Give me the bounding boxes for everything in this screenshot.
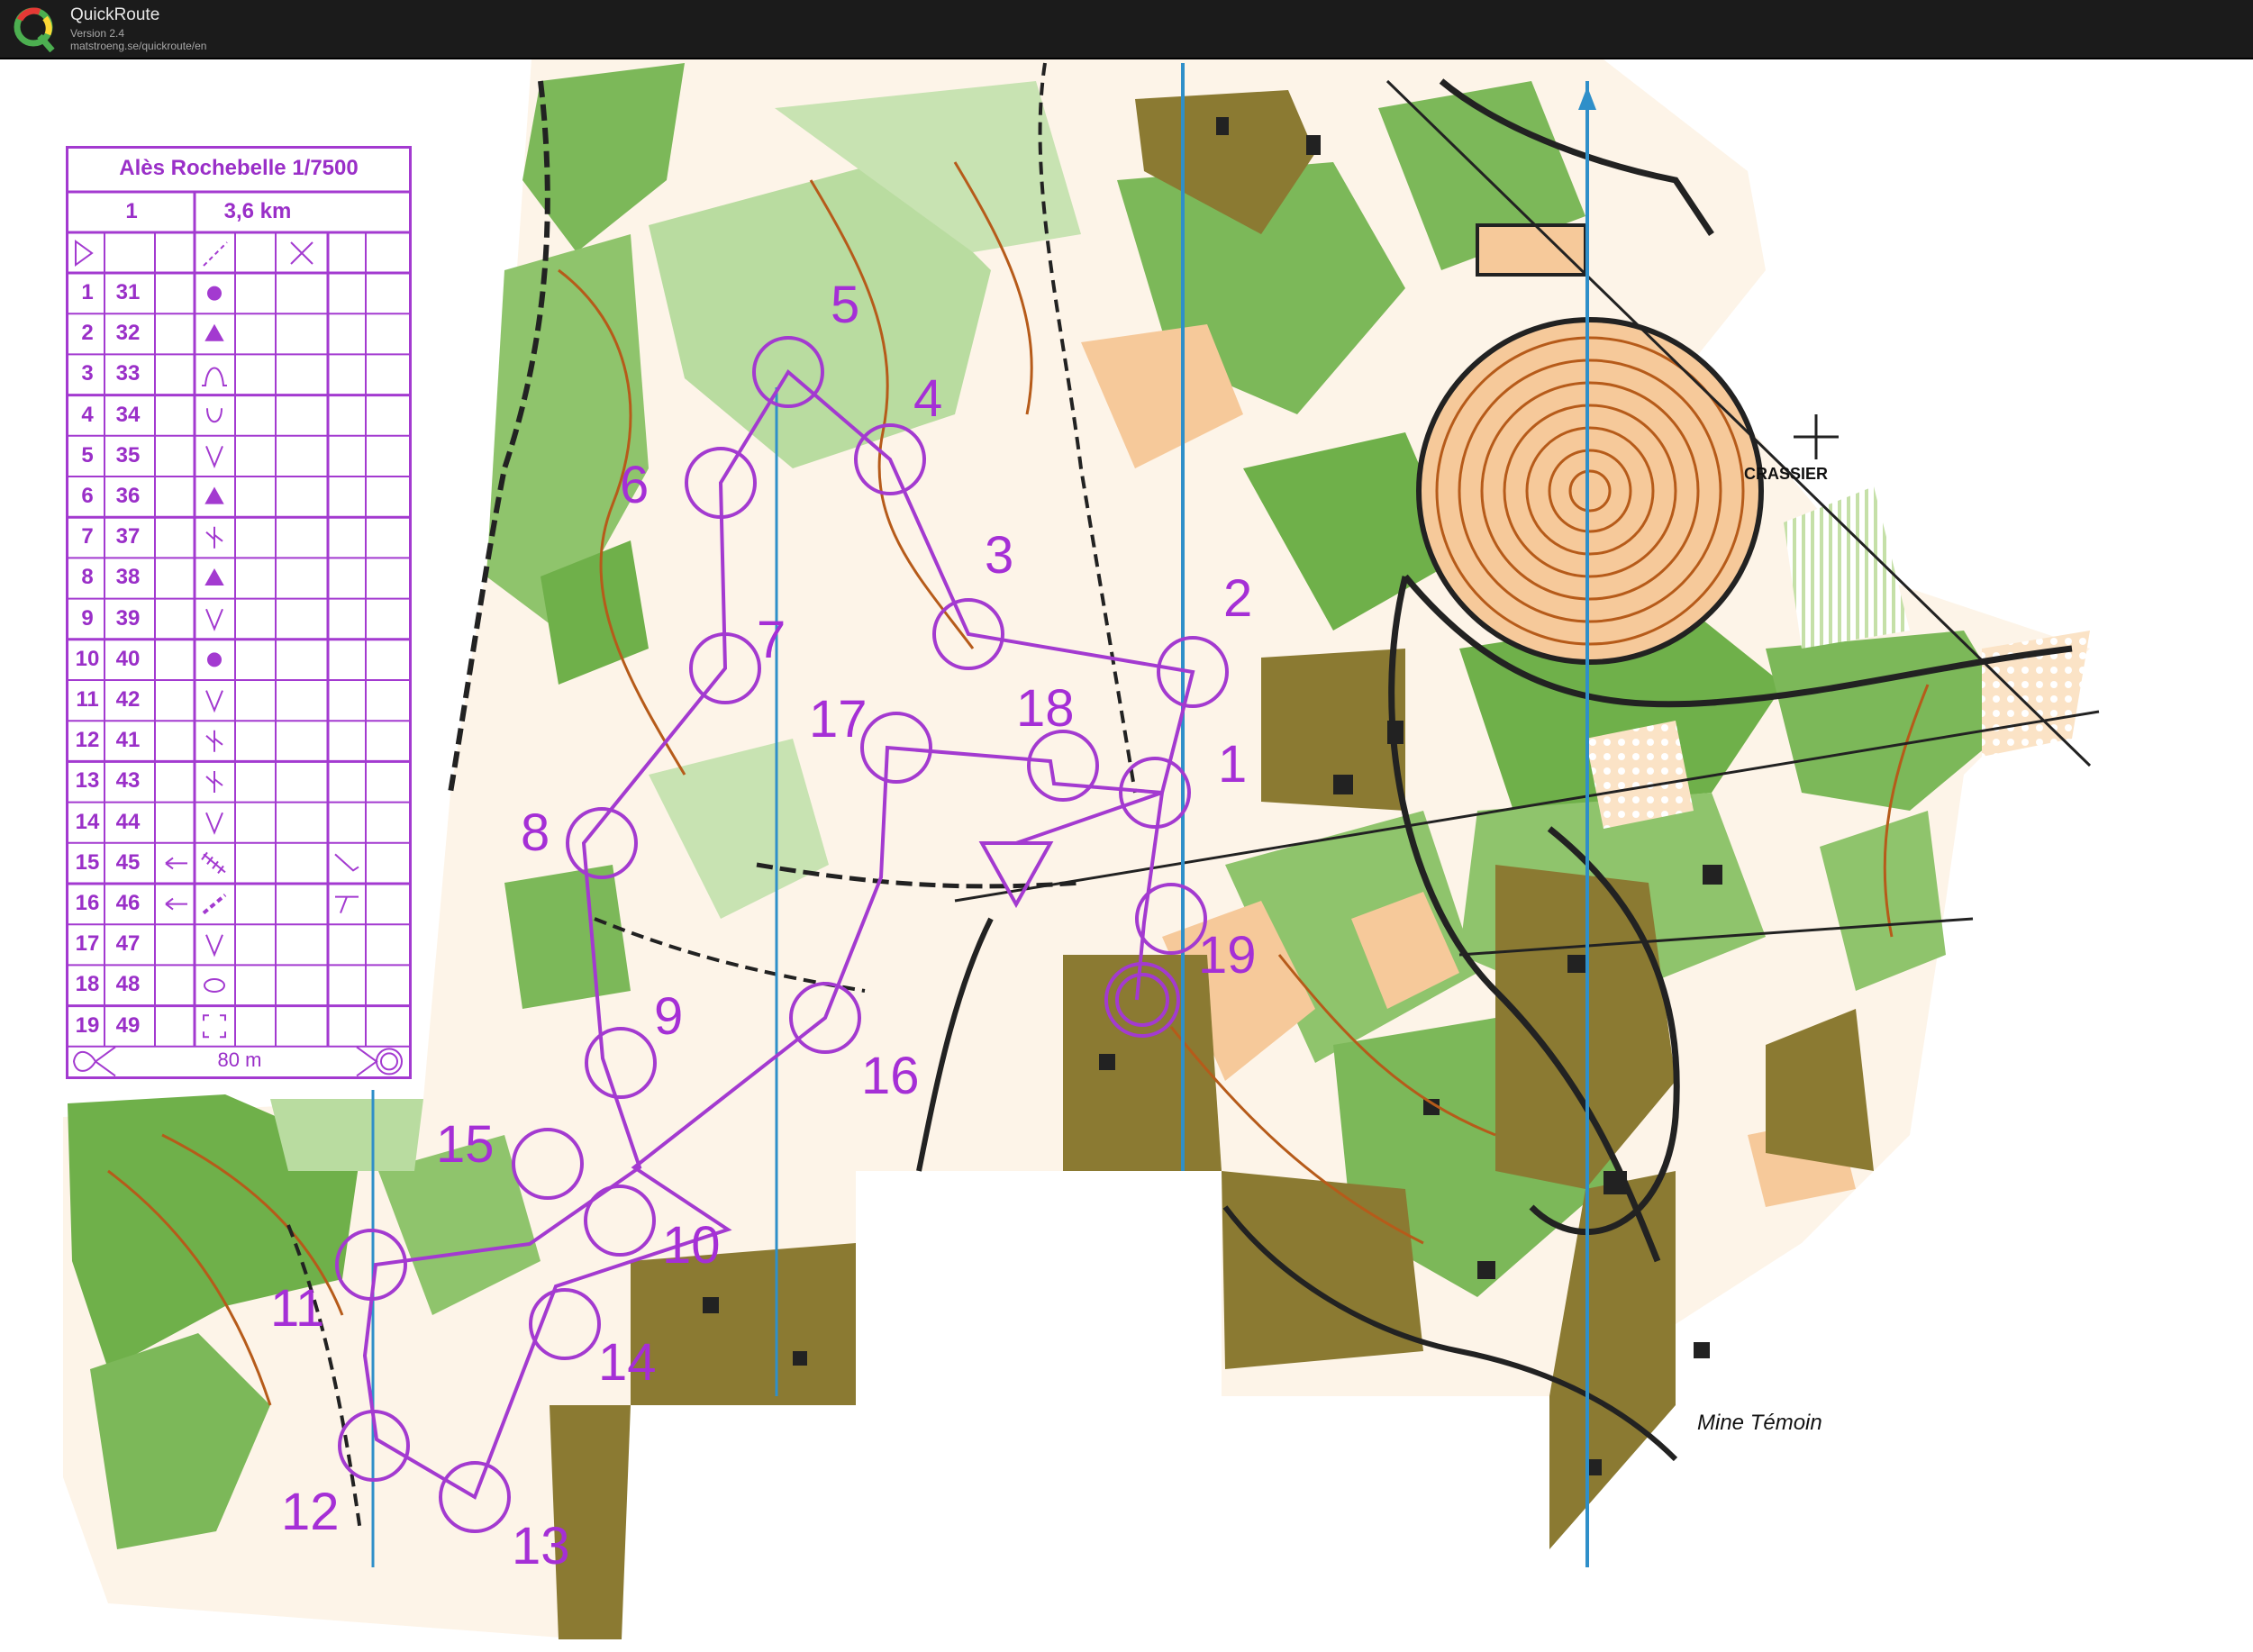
ellipse-icon (204, 978, 225, 993)
map-label-mine: Mine Témoin (1697, 1411, 1822, 1435)
card-control-number: 10 (75, 646, 100, 671)
control-number-5: 5 (831, 276, 860, 334)
card-finish-funnel-end-icon (356, 1046, 378, 1076)
card-finish-funnel-start-icon (72, 1046, 116, 1076)
card-control-code: 44 (115, 809, 141, 834)
control-number-14: 14 (598, 1333, 657, 1392)
triangle-icon (204, 486, 224, 504)
card-control-number: 5 (81, 442, 94, 467)
card-course-length: 3,6 km (223, 199, 292, 223)
control-number-1: 1 (1218, 735, 1248, 794)
card-control-number: 3 (81, 361, 94, 386)
card-direction-arrow-icon (165, 897, 187, 911)
control-number-18: 18 (1016, 679, 1075, 738)
control-number-9: 9 (654, 987, 684, 1046)
card-control-code: 42 (115, 687, 141, 712)
card-control-number: 4 (81, 402, 94, 427)
reentrant-icon (205, 690, 223, 713)
control-number-7: 7 (757, 611, 786, 669)
reentrant-icon (205, 934, 223, 958)
card-control-code: 46 (115, 891, 141, 915)
map-label-crassier: CRASSIER (1744, 465, 1829, 483)
card-control-code: 39 (115, 605, 141, 631)
app-version: Version 2.4 (70, 27, 125, 40)
card-feature-column-icon (203, 241, 228, 267)
card-control-number: 11 (76, 687, 99, 712)
card-direction-arrow-icon (165, 857, 187, 870)
card-control-number: 14 (75, 809, 100, 834)
title-bar: QuickRoute Version 2.4 matstroeng.se/qui… (0, 0, 2253, 59)
path-icon (202, 894, 227, 915)
card-control-code: 37 (115, 524, 141, 549)
card-control-number: 12 (75, 728, 100, 753)
card-control-code: 38 (115, 565, 141, 590)
reentrant-icon (205, 812, 223, 835)
control-number-12: 12 (281, 1483, 340, 1541)
card-control-number: 18 (75, 972, 100, 997)
card-cross-icon (290, 241, 313, 265)
corner-box-icon (203, 1014, 226, 1039)
reentrant-icon (205, 446, 223, 469)
quickroute-logo-icon (14, 7, 55, 52)
finish-distance: 80 m (217, 1048, 262, 1072)
dot-icon (207, 286, 222, 301)
card-control-code: 43 (115, 768, 141, 794)
card-control-code: 40 (115, 646, 141, 671)
control-description-card: Alès Rochebelle 1/7500 1 3,6 km 1 31 2 32 3 3… (66, 146, 412, 1079)
control-number-6: 6 (620, 456, 650, 514)
card-position-bottom-icon (334, 853, 359, 872)
card-control-code: 34 (115, 402, 141, 427)
triangle-icon (204, 567, 224, 585)
card-control-number: 13 (75, 768, 100, 794)
card-control-code: 49 (115, 1012, 141, 1038)
card-control-code: 45 (115, 849, 141, 875)
card-control-number: 1 (81, 280, 94, 304)
stairway-icon (201, 851, 226, 874)
card-control-code: 36 (115, 484, 141, 508)
card-control-code: 33 (115, 361, 141, 386)
card-finish-inner-icon (380, 1052, 398, 1071)
card-position-top-icon (335, 895, 359, 913)
card-control-number: 9 (81, 605, 94, 631)
card-control-number: 16 (75, 891, 100, 915)
depression-icon (206, 408, 223, 423)
control-number-19: 19 (1198, 926, 1257, 985)
app-url: matstroeng.se/quickroute/en (70, 40, 207, 52)
control-number-4: 4 (913, 369, 943, 428)
control-number-11: 11 (270, 1279, 325, 1338)
control-number-16: 16 (861, 1047, 920, 1105)
card-control-code: 41 (115, 728, 141, 753)
card-control-number: 19 (75, 1012, 100, 1038)
card-control-number: 7 (81, 524, 94, 549)
app-name: QuickRoute (70, 5, 160, 24)
control-number-13: 13 (512, 1517, 570, 1575)
dot-icon (207, 652, 222, 667)
card-title: Alès Rochebelle 1/7500 (119, 156, 359, 180)
card-control-number: 2 (81, 321, 94, 346)
gully-junction-icon (205, 730, 223, 752)
control-number-3: 3 (985, 526, 1014, 585)
card-course-number: 1 (125, 199, 138, 223)
control-number-8: 8 (521, 803, 550, 862)
card-control-number: 8 (81, 565, 94, 590)
gully-junction-icon (205, 526, 223, 549)
card-control-number: 15 (75, 849, 100, 875)
card-control-code: 47 (115, 931, 141, 957)
control-number-15: 15 (436, 1115, 495, 1174)
control-number-10: 10 (662, 1216, 721, 1275)
card-control-code: 32 (115, 321, 141, 346)
gully-junction-icon (205, 771, 223, 793)
card-control-code: 31 (115, 280, 141, 304)
card-start-triangle-icon (75, 240, 94, 267)
triangle-icon (204, 323, 224, 341)
card-control-code: 35 (115, 442, 141, 467)
reentrant-icon (205, 608, 223, 631)
control-number-2: 2 (1223, 569, 1253, 628)
hill-icon (202, 367, 227, 386)
control-number-17: 17 (809, 690, 868, 749)
card-control-code: 48 (115, 972, 141, 997)
card-control-number: 17 (75, 931, 100, 957)
card-control-number: 6 (81, 484, 94, 508)
